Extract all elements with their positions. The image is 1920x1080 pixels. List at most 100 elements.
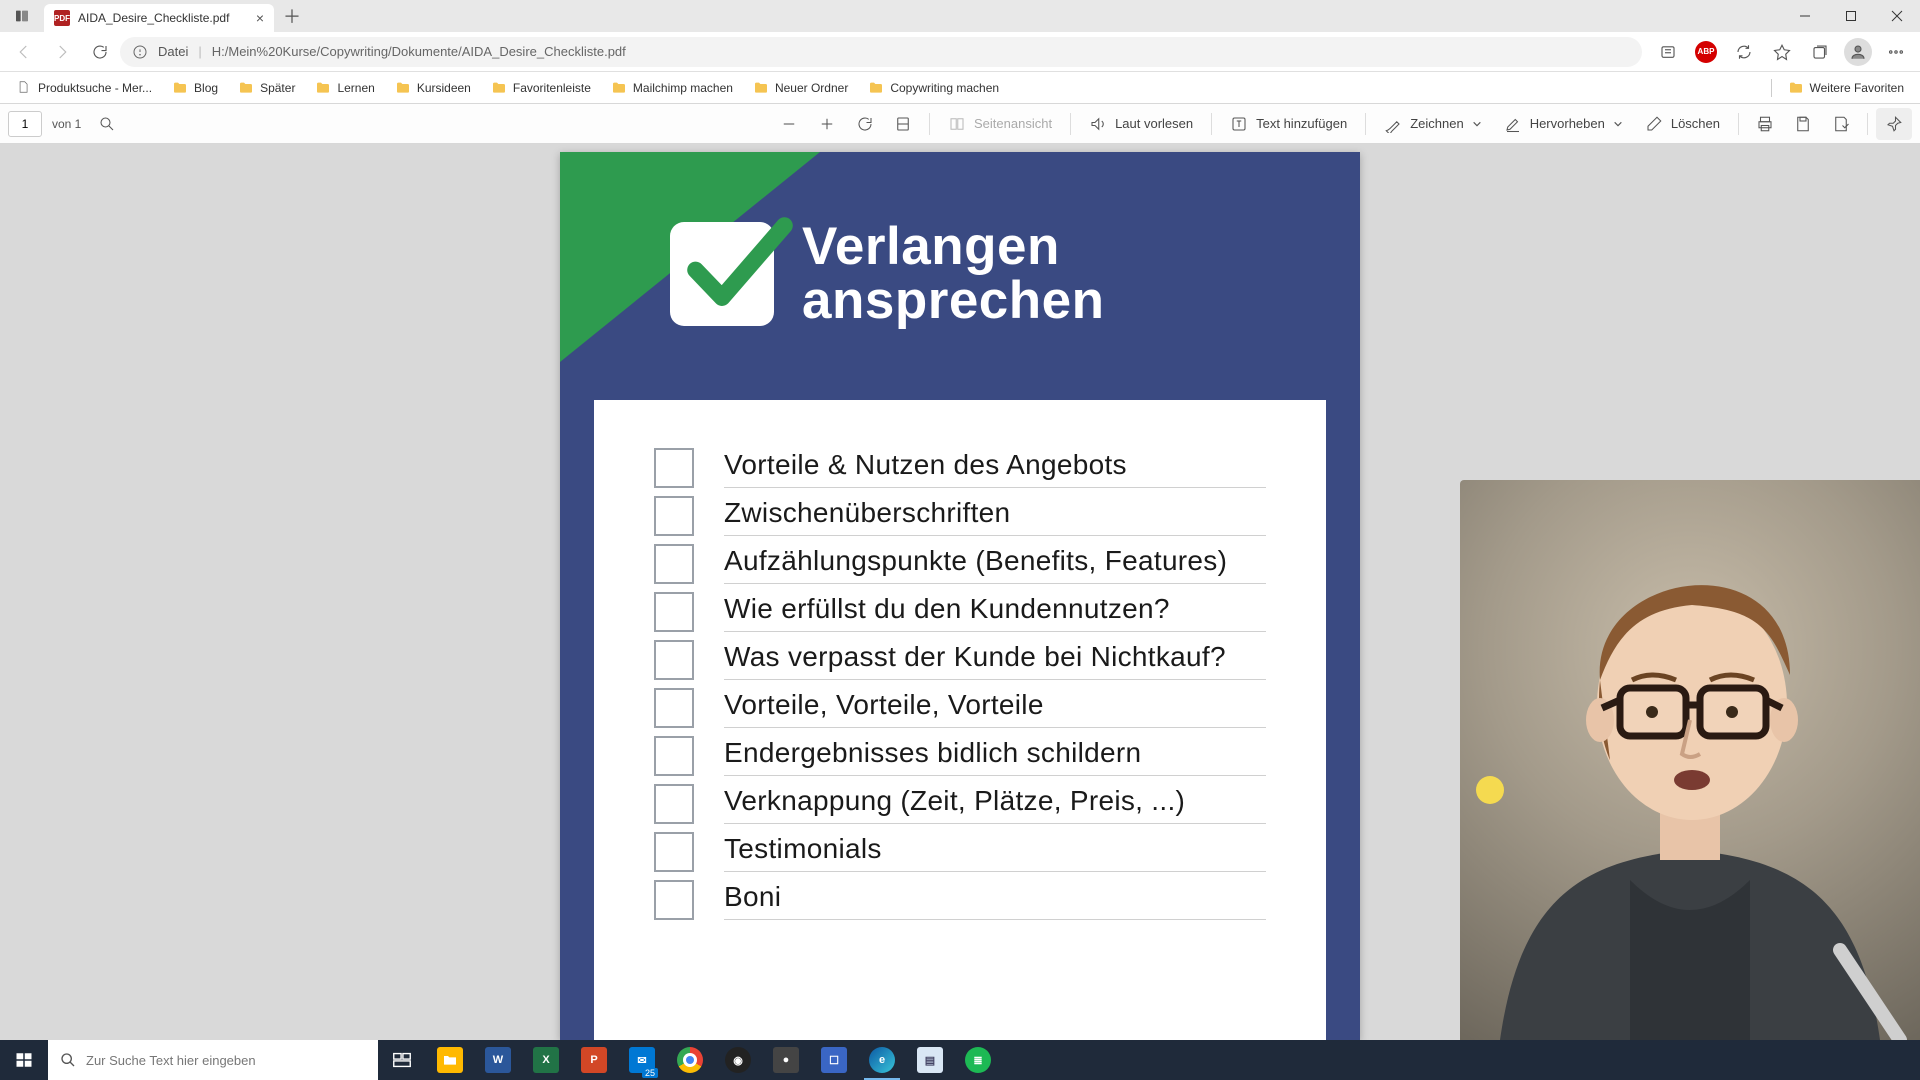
draw-button[interactable]: Zeichnen	[1374, 108, 1491, 140]
taskbar-app-spotify[interactable]: ≣	[954, 1040, 1002, 1080]
taskbar-search[interactable]: Zur Suche Text hier eingeben	[48, 1040, 378, 1080]
document-title: Verlangen ansprechen	[802, 220, 1105, 328]
start-button[interactable]	[0, 1040, 48, 1080]
folder-icon	[868, 80, 884, 96]
read-aloud-button[interactable]: Laut vorlesen	[1079, 108, 1203, 140]
taskbar-app-word[interactable]: W	[474, 1040, 522, 1080]
taskbar-app-mail[interactable]: ✉25	[618, 1040, 666, 1080]
rotate-icon[interactable]	[847, 108, 883, 140]
save-as-icon[interactable]	[1823, 108, 1859, 140]
bookmark-item[interactable]: Kursideen	[387, 76, 479, 100]
fit-page-icon[interactable]	[885, 108, 921, 140]
address-bar: Datei | H:/Mein%20Kurse/Copywriting/Doku…	[0, 32, 1920, 72]
bookmark-item[interactable]: Neuer Ordner	[745, 76, 856, 100]
print-icon[interactable]	[1747, 108, 1783, 140]
checklist-item-label: Vorteile, Vorteile, Vorteile	[724, 689, 1266, 721]
nav-reload-button[interactable]	[82, 36, 118, 68]
checkmark-badge-icon	[670, 222, 774, 326]
task-view-icon[interactable]	[378, 1040, 426, 1080]
window-maximize-button[interactable]	[1828, 0, 1874, 32]
tab-actions-icon[interactable]	[0, 0, 44, 32]
bookmark-item[interactable]: Lernen	[307, 76, 382, 100]
new-tab-button[interactable]: ＋	[274, 0, 310, 32]
bookmark-label: Copywriting machen	[890, 81, 999, 95]
bookmarks-bar: Produktsuche - Mer... Blog Später LernenKur…	[0, 72, 1920, 104]
page-view-button[interactable]: Seitenansicht	[938, 108, 1062, 140]
bookmark-label: Blog	[194, 81, 218, 95]
taskbar-app-obs[interactable]: ◉	[714, 1040, 762, 1080]
folder-icon	[238, 80, 254, 96]
taskbar-app-explorer[interactable]	[426, 1040, 474, 1080]
bookmark-item[interactable]: Mailchimp machen	[603, 76, 741, 100]
extension-abp-icon[interactable]: ABP	[1688, 36, 1724, 68]
taskbar-app-excel[interactable]: X	[522, 1040, 570, 1080]
checklist-item-label: Was verpasst der Kunde bei Nichtkauf?	[724, 641, 1266, 673]
collections-icon[interactable]	[1802, 36, 1838, 68]
pin-toolbar-icon[interactable]	[1876, 108, 1912, 140]
checkbox-icon	[654, 736, 694, 776]
checklist-item: Testimonials	[654, 832, 1266, 872]
taskbar-app-powerpoint[interactable]: P	[570, 1040, 618, 1080]
checkbox-icon	[654, 832, 694, 872]
profile-avatar[interactable]	[1840, 36, 1876, 68]
folder-icon	[1788, 80, 1804, 96]
highlight-label: Hervorheben	[1530, 116, 1605, 131]
taskbar-app-generic-1[interactable]: ●	[762, 1040, 810, 1080]
page-icon	[16, 80, 32, 96]
window-close-button[interactable]	[1874, 0, 1920, 32]
nav-back-button[interactable]	[6, 36, 42, 68]
bookmark-label: Mailchimp machen	[633, 81, 733, 95]
browser-tab[interactable]: PDF AIDA_Desire_Checkliste.pdf ×	[44, 4, 274, 32]
bookmark-label: Produktsuche - Mer...	[38, 81, 152, 95]
checklist-item: Vorteile & Nutzen des Angebots	[654, 448, 1266, 488]
pdf-icon: PDF	[54, 10, 70, 26]
zoom-in-icon[interactable]	[809, 108, 845, 140]
checklist-item-label: Zwischenüberschriften	[724, 497, 1266, 529]
checklist-item: Verknappung (Zeit, Plätze, Preis, ...)	[654, 784, 1266, 824]
checkbox-icon	[654, 688, 694, 728]
page-count-label: von 1	[52, 117, 81, 131]
checkbox-icon	[654, 496, 694, 536]
read-view-icon[interactable]	[1650, 36, 1686, 68]
taskbar-app-generic-2[interactable]: ☐	[810, 1040, 858, 1080]
bookmarks-overflow[interactable]: Weitere Favoriten	[1780, 76, 1912, 100]
zoom-out-icon[interactable]	[771, 108, 807, 140]
find-icon[interactable]	[89, 108, 125, 140]
checkbox-icon	[654, 784, 694, 824]
bookmark-item[interactable]: Produktsuche - Mer...	[8, 76, 160, 100]
add-text-button[interactable]: Text hinzufügen	[1220, 108, 1357, 140]
bookmark-label: Favoritenleiste	[513, 81, 591, 95]
draw-label: Zeichnen	[1410, 116, 1463, 131]
erase-button[interactable]: Löschen	[1635, 108, 1730, 140]
folder-icon	[172, 80, 188, 96]
mail-badge: 25	[642, 1068, 658, 1078]
window-minimize-button[interactable]	[1782, 0, 1828, 32]
taskbar-app-edge[interactable]: e	[858, 1040, 906, 1080]
url-field[interactable]: Datei | H:/Mein%20Kurse/Copywriting/Doku…	[120, 37, 1642, 67]
chevron-down-icon	[1613, 119, 1623, 129]
taskbar-search-placeholder: Zur Suche Text hier eingeben	[86, 1053, 256, 1068]
bookmark-item[interactable]: Favoritenleiste	[483, 76, 599, 100]
taskbar-app-chrome[interactable]	[666, 1040, 714, 1080]
checklist-item: Wie erfüllst du den Kundennutzen?	[654, 592, 1266, 632]
page-number-input[interactable]	[8, 111, 42, 137]
checklist-item-label: Verknappung (Zeit, Plätze, Preis, ...)	[724, 785, 1266, 817]
extension-sync-icon[interactable]	[1726, 36, 1762, 68]
bookmark-item[interactable]: Blog	[164, 76, 226, 100]
tab-close-icon[interactable]: ×	[256, 10, 264, 26]
highlight-button[interactable]: Hervorheben	[1494, 108, 1633, 140]
checklist-sheet: Vorteile & Nutzen des Angebots Zwischenüb…	[594, 400, 1326, 1040]
folder-icon	[395, 80, 411, 96]
overflow-menu-icon[interactable]	[1878, 36, 1914, 68]
add-text-label: Text hinzufügen	[1256, 116, 1347, 131]
page-view-label: Seitenansicht	[974, 116, 1052, 131]
bookmark-label: Später	[260, 81, 295, 95]
webcam-overlay	[1460, 480, 1920, 1040]
taskbar-app-notepad[interactable]: ▤	[906, 1040, 954, 1080]
bookmark-item[interactable]: Später	[230, 76, 303, 100]
favorites-icon[interactable]	[1764, 36, 1800, 68]
save-icon[interactable]	[1785, 108, 1821, 140]
nav-forward-button[interactable]	[44, 36, 80, 68]
bookmark-item[interactable]: Copywriting machen	[860, 76, 1007, 100]
erase-label: Löschen	[1671, 116, 1720, 131]
